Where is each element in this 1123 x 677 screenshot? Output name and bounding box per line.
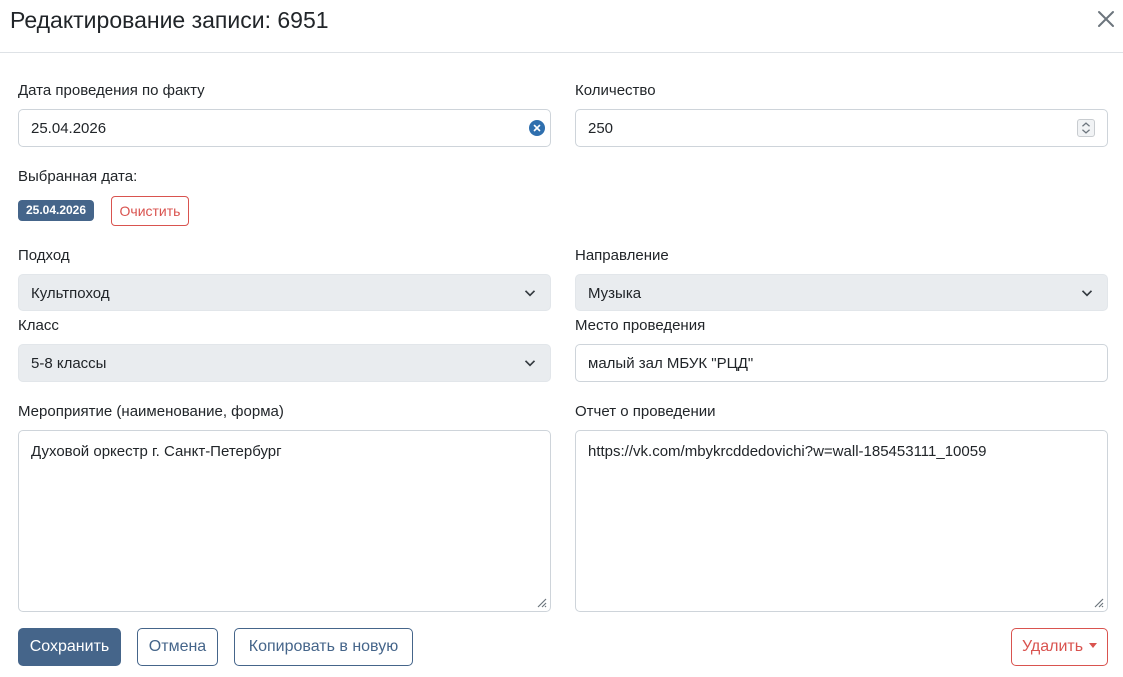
direction-value: Музыка <box>588 285 642 302</box>
quantity-input[interactable]: 250 <box>575 109 1108 147</box>
chevron-down-icon <box>1081 290 1093 297</box>
modal-header: Редактирование записи: 6951 <box>0 0 1123 53</box>
date-label: Дата проведения по факту <box>18 82 205 99</box>
quantity-label: Количество <box>575 82 656 99</box>
chevron-down-icon <box>524 290 536 297</box>
selected-date-badge: 25.04.2026 <box>18 200 94 221</box>
venue-input[interactable]: малый зал МБУК "РЦД" <box>575 344 1108 382</box>
delete-button-label: Удалить <box>1021 638 1084 655</box>
report-textarea[interactable]: https://vk.com/mbykrcddedovichi?w=wall-1… <box>575 430 1108 612</box>
venue-value: малый зал МБУК "РЦД" <box>588 355 754 372</box>
delete-dropdown-button[interactable]: Удалить <box>1011 628 1108 666</box>
venue-label: Место проведения <box>575 317 706 334</box>
approach-label: Подход <box>18 247 70 264</box>
report-value: https://vk.com/mbykrcddedovichi?w=wall-1… <box>588 443 987 460</box>
clear-date-button[interactable]: Очистить <box>111 196 189 226</box>
class-value: 5-8 классы <box>31 355 107 372</box>
direction-label: Направление <box>575 247 669 264</box>
quantity-value: 250 <box>588 120 614 137</box>
chevron-down-icon <box>524 360 536 367</box>
cancel-button[interactable]: Отмена <box>137 628 218 666</box>
event-textarea[interactable]: Духовой оркестр г. Санкт-Петербург <box>18 430 551 612</box>
save-button[interactable]: Сохранить <box>18 628 121 666</box>
event-label: Мероприятие (наименование, форма) <box>18 403 284 420</box>
date-value: 25.04.2026 <box>31 120 107 137</box>
approach-value: Культпоход <box>31 285 110 302</box>
class-select[interactable]: 5-8 классы <box>18 344 551 382</box>
class-label: Класс <box>18 317 59 334</box>
event-value: Духовой оркестр г. Санкт-Петербург <box>31 443 282 460</box>
modal-title: Редактирование записи: 6951 <box>10 7 329 33</box>
close-icon[interactable] <box>1095 8 1117 30</box>
direction-select[interactable]: Музыка <box>575 274 1108 311</box>
spinner-icon[interactable] <box>1077 119 1095 137</box>
report-label: Отчет о проведении <box>575 403 716 420</box>
resize-grip-icon[interactable] <box>1092 596 1104 608</box>
approach-select[interactable]: Культпоход <box>18 274 551 311</box>
copy-to-new-button[interactable]: Копировать в новую <box>234 628 413 666</box>
caret-down-icon <box>1089 642 1098 648</box>
selected-date-label: Выбранная дата: <box>18 168 138 185</box>
resize-grip-icon[interactable] <box>535 596 547 608</box>
date-input[interactable]: 25.04.2026 <box>18 109 551 147</box>
clear-circle-icon[interactable] <box>529 120 545 136</box>
